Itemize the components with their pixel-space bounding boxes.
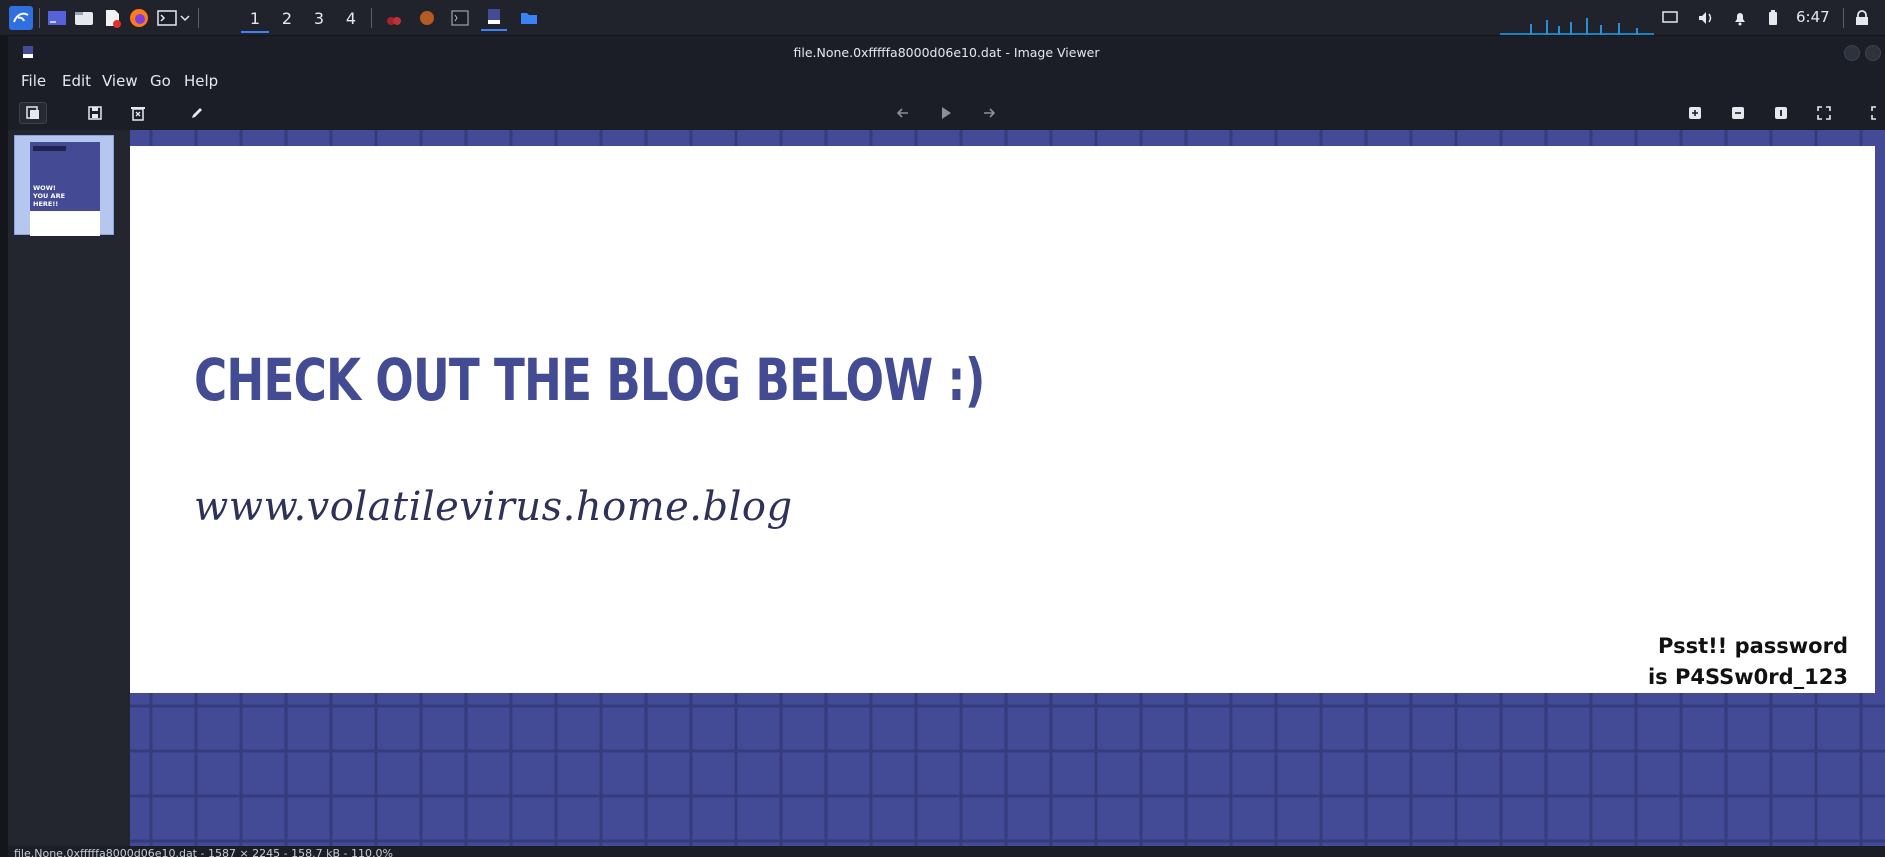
- menu-view[interactable]: View: [102, 72, 138, 90]
- arrow-right-icon: [984, 108, 996, 118]
- minimize-button[interactable]: [1844, 45, 1860, 61]
- thumbnail-sidebar: WOW! YOU ARE HERE!!: [8, 130, 130, 846]
- window-title: file.None.0xfffffa8000d06e10.dat - Image…: [793, 45, 1100, 60]
- cpu-graph: [1500, 18, 1654, 35]
- image-headline: CHECK OUT THE BLOG BELOW :): [194, 346, 985, 414]
- fullscreen-icon: [1871, 106, 1876, 120]
- chevron-down-icon[interactable]: [178, 5, 192, 31]
- status-text: file.None.0xfffffa8000d06e10.dat - 1587 …: [14, 847, 393, 857]
- close-button[interactable]: [1865, 45, 1881, 61]
- workspace-2[interactable]: 2: [273, 5, 301, 33]
- toolbar: [8, 98, 1885, 128]
- zoom-out-icon: [1732, 107, 1744, 119]
- play-icon: [942, 107, 951, 119]
- zoom-out-button[interactable]: [1726, 102, 1750, 124]
- menu-edit[interactable]: Edit: [62, 72, 91, 90]
- fullscreen-button[interactable]: [1869, 102, 1883, 124]
- workspace-3[interactable]: 3: [305, 5, 333, 33]
- window-border: [0, 36, 8, 857]
- show-desktop-icon[interactable]: [46, 5, 68, 31]
- kali-menu-icon[interactable]: [8, 5, 34, 31]
- text-editor-icon[interactable]: [101, 5, 123, 31]
- statusbar: file.None.0xfffffa8000d06e10.dat - 1587 …: [8, 846, 1885, 857]
- save-icon: [88, 106, 102, 120]
- firefox-icon[interactable]: [128, 5, 150, 31]
- notification-bell-icon[interactable]: [1730, 5, 1750, 31]
- image-viewport[interactable]: CHECK OUT THE BLOG BELOW :) www.volatile…: [130, 130, 1885, 846]
- image-password-note: Psst!! password is P4SSw0rd_123: [1648, 631, 1848, 693]
- menu-file[interactable]: File: [21, 72, 46, 90]
- play-slideshow-button[interactable]: [934, 102, 958, 124]
- trash-icon: [131, 107, 145, 121]
- zoom-in-icon: [1689, 107, 1701, 119]
- window-titlebar[interactable]: file.None.0xfffffa8000d06e10.dat - Image…: [8, 38, 1885, 68]
- normal-size-button[interactable]: [1769, 102, 1793, 124]
- thumbnail-text: WOW! YOU ARE HERE!!: [33, 184, 66, 208]
- menu-go[interactable]: Go: [150, 72, 171, 90]
- cherrytree-taskbar-icon[interactable]: [383, 5, 405, 31]
- pencil-icon: [192, 108, 202, 118]
- firefox-taskbar-icon[interactable]: [416, 5, 438, 31]
- psst-line-1: Psst!! password: [1658, 634, 1848, 658]
- terminal-taskbar-icon[interactable]: [449, 5, 471, 31]
- volume-icon[interactable]: [1696, 5, 1716, 31]
- battery-icon[interactable]: [1763, 5, 1783, 31]
- psst-line-2: is P4SSw0rd_123: [1647, 665, 1848, 689]
- fit-icon: [1817, 106, 1831, 120]
- best-fit-button[interactable]: [1812, 102, 1836, 124]
- open-button[interactable]: [19, 102, 47, 124]
- folder-taskbar-icon[interactable]: [518, 5, 540, 31]
- display-icon[interactable]: [1660, 5, 1680, 31]
- image-blog-url: www.volatilevirus.home.blog: [194, 484, 793, 530]
- save-button[interactable]: [83, 102, 107, 124]
- image-white-panel: CHECK OUT THE BLOG BELOW :) www.volatile…: [130, 146, 1875, 693]
- thumbnail-image: WOW! YOU ARE HERE!!: [30, 142, 100, 236]
- edit-button[interactable]: [185, 102, 209, 124]
- clock[interactable]: 6:47: [1796, 8, 1830, 26]
- delete-button[interactable]: [126, 102, 150, 124]
- next-button[interactable]: [977, 102, 1001, 124]
- image-viewer-taskbar-icon[interactable]: [481, 5, 507, 31]
- actual-size-icon: [1775, 107, 1787, 119]
- menu-help[interactable]: Help: [184, 72, 218, 90]
- copy-icon: [26, 106, 39, 119]
- top-panel: 1 2 3 4 6:47: [0, 0, 1885, 36]
- zoom-in-button[interactable]: [1683, 102, 1707, 124]
- thumbnail-item[interactable]: WOW! YOU ARE HERE!!: [14, 135, 114, 236]
- menubar: File Edit View Go Help: [8, 68, 1885, 94]
- terminal-icon[interactable]: [156, 5, 178, 31]
- workspace-4[interactable]: 4: [337, 5, 365, 33]
- arrow-left-icon: [896, 108, 908, 118]
- file-manager-icon[interactable]: [73, 5, 95, 31]
- workspace-1[interactable]: 1: [241, 5, 269, 33]
- previous-button[interactable]: [891, 102, 915, 124]
- lock-icon[interactable]: [1852, 5, 1872, 31]
